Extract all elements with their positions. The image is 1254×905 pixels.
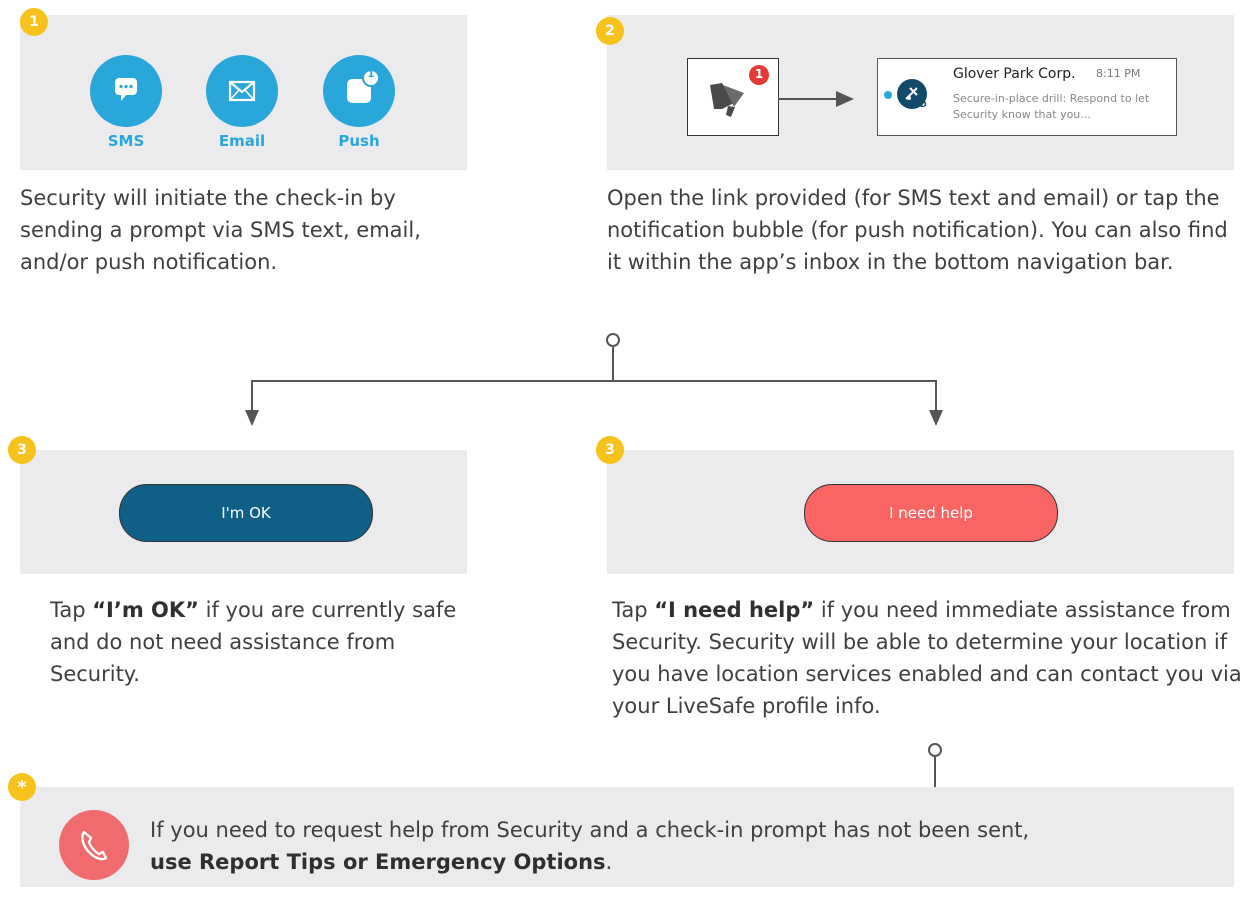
- branch-left-head: [245, 410, 259, 426]
- notification-sender: Glover Park Corp.: [953, 66, 1076, 82]
- notification-preview: Secure-in-place drill: Respond to let Se…: [953, 92, 1150, 121]
- flow-arrow-head: [836, 91, 854, 107]
- note-text-end: .: [605, 850, 613, 874]
- note-text-bold[interactable]: use Report Tips or Emergency Options: [150, 850, 606, 874]
- chat-bubble-icon: [115, 78, 137, 101]
- sms-label: SMS: [107, 132, 145, 150]
- email-channel: [206, 55, 278, 127]
- step2-badge: 2: [596, 17, 624, 45]
- im-ok-button[interactable]: I'm OK: [119, 484, 373, 542]
- branch-right-head: [929, 410, 943, 426]
- app-badge-count: 1: [754, 67, 764, 81]
- note-text: If you need to request help from Securit…: [150, 814, 1210, 878]
- note-text-main: If you need to request help from Securit…: [150, 818, 1030, 842]
- step2-text: Open the link provided (for SMS text and…: [607, 186, 1228, 274]
- sms-channel: [90, 55, 162, 127]
- push-label: Push: [338, 132, 380, 150]
- push-count: 1: [367, 69, 375, 80]
- branch-right-drop: [935, 380, 937, 412]
- envelope-icon: [228, 80, 256, 102]
- push-channel: [323, 55, 395, 127]
- avatar-letter: D: [920, 100, 927, 109]
- flow-arrow-line: [778, 98, 840, 100]
- branch-left-drop: [251, 380, 253, 412]
- step3-ok-text-pre: Tap: [50, 598, 93, 622]
- note-badge: *: [8, 773, 36, 801]
- step3-help-text-pre: Tap: [612, 598, 655, 622]
- branch-horizontal: [251, 380, 937, 382]
- note-phone-circle: [59, 810, 129, 880]
- step3-help-text-bold: “I need help”: [654, 598, 815, 622]
- step3-ok-badge: 3: [8, 436, 36, 464]
- notification-time: 8:11 PM: [1096, 67, 1141, 80]
- unread-dot: [884, 91, 892, 99]
- note-stem: [934, 757, 936, 787]
- push-notification-icon: [347, 69, 380, 103]
- phone-icon: [81, 830, 108, 861]
- branch-node: [606, 333, 620, 347]
- step1-badge: 1: [20, 8, 48, 36]
- step1-text: Security will initiate the check-in by s…: [20, 186, 421, 274]
- branch-stem: [612, 347, 614, 380]
- step3-ok-text-bold: “I’m OK”: [92, 598, 199, 622]
- step3-help-badge: 3: [596, 436, 624, 464]
- i-need-help-button[interactable]: I need help: [804, 484, 1058, 542]
- step3-ok-text: Tap “I’m OK” if you are currently safe a…: [50, 594, 460, 690]
- step3-help-text: Tap “I need help” if you need immediate …: [612, 594, 1242, 722]
- note-node: [928, 743, 942, 757]
- email-label: Email: [218, 132, 266, 150]
